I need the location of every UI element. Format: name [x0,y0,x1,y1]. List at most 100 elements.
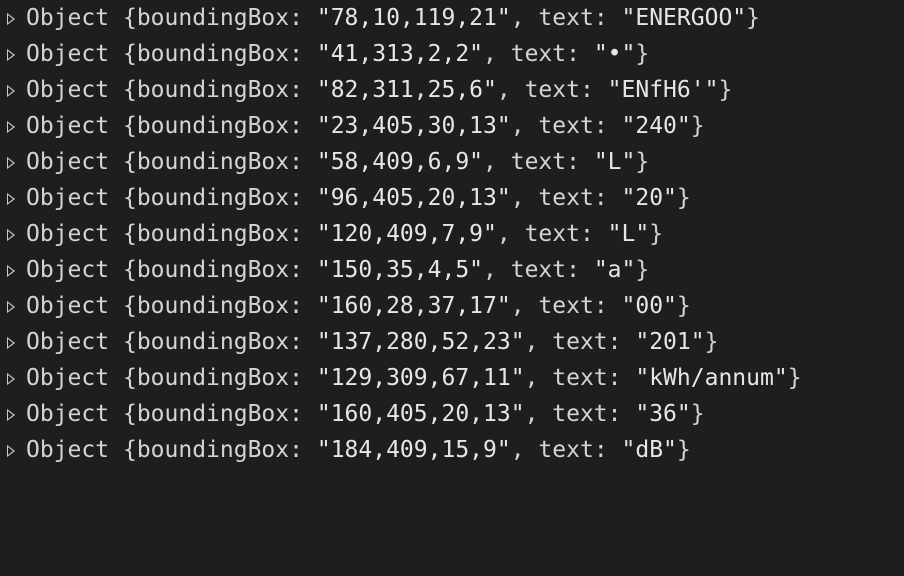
open-brace: { [122,401,137,427]
property-value: "36" [635,401,691,427]
comma: , [524,329,553,355]
property-key: text [510,149,567,175]
colon: : [566,149,594,175]
property-key: text [552,401,608,427]
colon: : [566,41,594,67]
colon: : [289,401,317,427]
open-brace: { [122,437,137,463]
log-row[interactable]: Object {boundingBox: "137,280,52,23", te… [0,324,904,360]
colon: : [593,5,622,31]
open-brace: { [122,257,137,283]
property-value: "96,405,20,13" [316,185,511,211]
log-row[interactable]: Object {boundingBox: "150,35,4,5", text:… [0,252,904,288]
property-value: "150,35,4,5" [316,257,484,283]
property-key: boundingBox [136,257,290,283]
object-type: Object [26,185,110,211]
comma: , [510,113,539,139]
log-row[interactable]: Object {boundingBox: "41,313,2,2", text:… [0,36,904,72]
object-type: Object [26,221,110,247]
property-value: "120,409,7,9" [316,221,497,247]
colon: : [289,437,317,463]
expand-arrow-icon[interactable] [7,337,15,349]
property-key: text [538,185,594,211]
expand-arrow-icon[interactable] [7,409,15,421]
colon: : [579,221,608,247]
property-key: boundingBox [136,221,290,247]
colon: : [593,185,622,211]
property-value: "78,10,119,21" [316,5,511,31]
property-key: boundingBox [136,365,290,391]
property-key: text [538,5,594,31]
log-row[interactable]: Object {boundingBox: "120,409,7,9", text… [0,216,904,252]
close-brace: } [635,257,650,283]
log-row[interactable]: Object {boundingBox: "78,10,119,21", tex… [0,0,904,36]
property-key: text [538,437,594,463]
expand-arrow-icon[interactable] [7,157,15,169]
colon: : [289,293,317,319]
property-key: text [510,41,567,67]
colon: : [289,77,317,103]
close-brace: } [787,365,802,391]
expand-arrow-icon[interactable] [7,445,15,457]
property-value: "a" [593,257,636,283]
object-type: Object [26,149,110,175]
log-row[interactable]: Object {boundingBox: "160,405,20,13", te… [0,396,904,432]
object-type: Object [26,77,110,103]
log-row[interactable]: Object {boundingBox: "184,409,15,9", tex… [0,432,904,468]
log-row[interactable]: Object {boundingBox: "96,405,20,13", tex… [0,180,904,216]
property-value: "160,28,37,17" [316,293,511,319]
object-type: Object [26,329,110,355]
expand-arrow-icon[interactable] [7,85,15,97]
log-entry-text: Object {boundingBox: "120,409,7,9", text… [26,216,663,252]
close-brace: } [635,149,650,175]
property-key: boundingBox [136,5,290,31]
expand-arrow-icon[interactable] [7,13,15,25]
expand-arrow-icon[interactable] [7,49,15,61]
log-entry-text: Object {boundingBox: "41,313,2,2", text:… [26,36,649,72]
property-value: "23,405,30,13" [316,113,511,139]
console-output: Object {boundingBox: "78,10,119,21", tex… [0,0,904,468]
log-row[interactable]: Object {boundingBox: "160,28,37,17", tex… [0,288,904,324]
colon: : [289,113,317,139]
object-type: Object [26,257,110,283]
property-key: boundingBox [136,401,290,427]
property-key: boundingBox [136,77,290,103]
property-value: "00" [621,293,677,319]
property-value: "201" [635,329,705,355]
comma: , [510,185,539,211]
comma: , [483,149,511,175]
comma: , [510,437,539,463]
comma: , [483,257,511,283]
colon: : [289,5,317,31]
log-row[interactable]: Object {boundingBox: "82,311,25,6", text… [0,72,904,108]
property-value: "kWh/annum" [635,365,788,391]
comma: , [524,401,553,427]
expand-arrow-icon[interactable] [7,301,15,313]
object-type: Object [26,365,110,391]
log-entry-text: Object {boundingBox: "160,28,37,17", tex… [26,288,691,324]
property-key: boundingBox [136,113,290,139]
colon: : [593,113,622,139]
expand-arrow-icon[interactable] [7,373,15,385]
comma: , [496,221,525,247]
log-row[interactable]: Object {boundingBox: "58,409,6,9", text:… [0,144,904,180]
close-brace: } [690,113,705,139]
expand-arrow-icon[interactable] [7,121,15,133]
log-row[interactable]: Object {boundingBox: "23,405,30,13", tex… [0,108,904,144]
expand-arrow-icon[interactable] [7,193,15,205]
colon: : [289,221,317,247]
property-value: "160,405,20,13" [316,401,525,427]
comma: , [510,293,539,319]
comma: , [524,365,553,391]
expand-arrow-icon[interactable] [7,229,15,241]
property-value: "dB" [621,437,677,463]
property-key: boundingBox [136,149,290,175]
log-row[interactable]: Object {boundingBox: "129,309,67,11", te… [0,360,904,396]
property-value: "58,409,6,9" [316,149,484,175]
colon: : [593,293,622,319]
expand-arrow-icon[interactable] [7,265,15,277]
property-key: text [510,257,567,283]
log-entry-text: Object {boundingBox: "58,409,6,9", text:… [26,144,649,180]
comma: , [510,5,539,31]
property-value: "82,311,25,6" [316,77,497,103]
